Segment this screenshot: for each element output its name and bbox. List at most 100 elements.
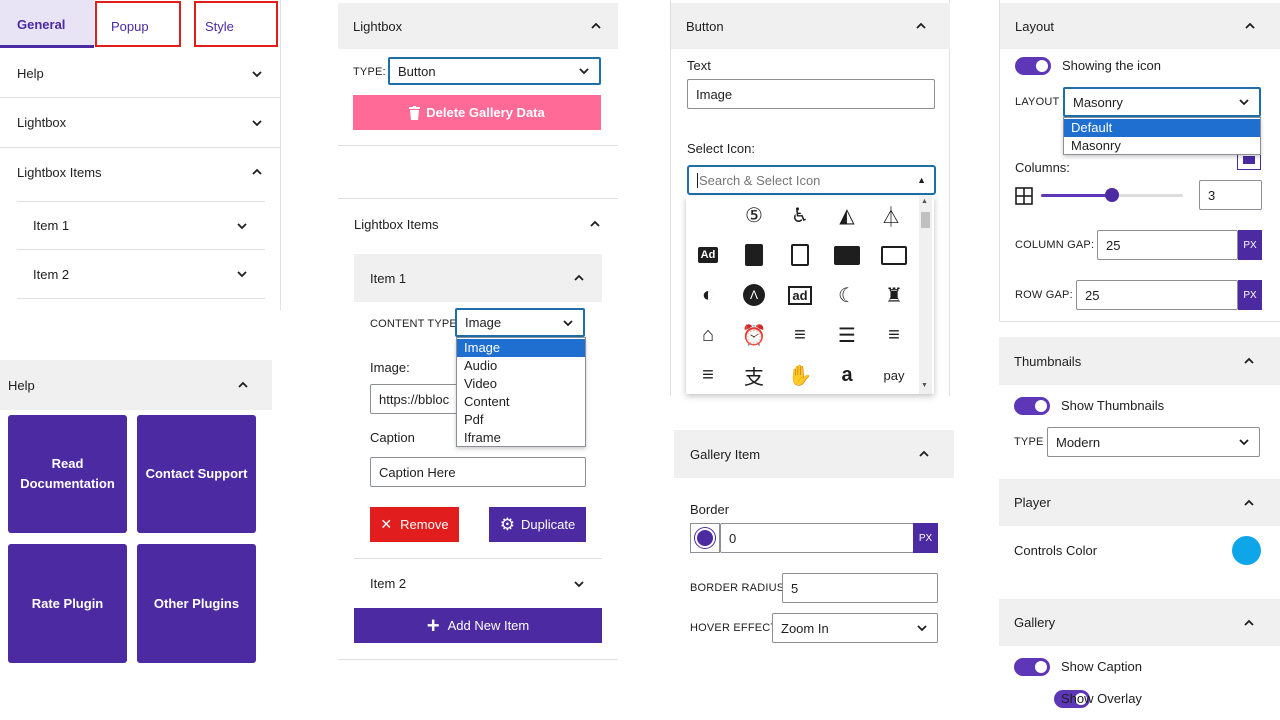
dropdown-option[interactable]: Default bbox=[1064, 119, 1260, 137]
align-justify-icon[interactable]: ☰ bbox=[832, 320, 862, 350]
duplicate-button[interactable]: ⚙ Duplicate bbox=[489, 507, 586, 542]
gallery-item-title: Gallery Item bbox=[690, 446, 761, 462]
layout-select[interactable]: Masonry bbox=[1063, 87, 1261, 117]
tab-style[interactable]: Style bbox=[194, 1, 278, 47]
rate-plugin-button[interactable]: Rate Plugin bbox=[8, 544, 127, 663]
lightbox-items-header[interactable]: Lightbox Items bbox=[338, 199, 618, 249]
image-url-input[interactable]: https://bbloc bbox=[370, 384, 470, 414]
panel-row-lightbox[interactable]: Lightbox bbox=[0, 98, 281, 148]
accessible-icon[interactable]: ♿ bbox=[785, 200, 815, 230]
show-caption-toggle[interactable] bbox=[1014, 658, 1050, 676]
thumbnails-header[interactable]: Thumbnails bbox=[999, 337, 1280, 385]
item-2-header[interactable]: Item 2 bbox=[354, 558, 602, 608]
row-gap-input[interactable]: 25 bbox=[1076, 280, 1238, 310]
address-book-icon[interactable] bbox=[739, 240, 769, 270]
item-1-header[interactable]: Item 1 bbox=[354, 254, 602, 302]
address-book-outline-icon[interactable] bbox=[785, 240, 815, 270]
read-documentation-button[interactable]: Read Documentation bbox=[8, 415, 127, 533]
lightbox-panel-header[interactable]: Lightbox bbox=[338, 3, 618, 49]
amazon-icon[interactable]: a bbox=[832, 360, 862, 390]
dropdown-option[interactable]: Pdf bbox=[457, 411, 585, 429]
columns-slider-thumb[interactable] bbox=[1105, 188, 1119, 202]
row-gap-unit[interactable]: PX bbox=[1238, 280, 1262, 310]
button-panel-title: Button bbox=[686, 18, 724, 34]
affiliatetheme-icon[interactable]: ☾ bbox=[832, 280, 862, 310]
column-gap-input[interactable]: 25 bbox=[1097, 230, 1238, 260]
border-unit[interactable]: PX bbox=[913, 523, 938, 553]
columns-slider[interactable] bbox=[1041, 188, 1183, 202]
controls-color-swatch[interactable] bbox=[1232, 536, 1261, 565]
chevron-up-icon bbox=[236, 378, 250, 392]
other-plugins-button[interactable]: Other Plugins bbox=[137, 544, 256, 663]
dropdown-option[interactable]: Video bbox=[457, 375, 585, 393]
acquisitions-incorporated-icon[interactable]: ⏃ bbox=[876, 200, 906, 230]
adn-icon[interactable]: Λ bbox=[739, 280, 769, 310]
button-text-input[interactable]: Image bbox=[687, 79, 935, 109]
accusoft-icon[interactable]: ◭ bbox=[832, 200, 862, 230]
dropdown-option[interactable]: Masonry bbox=[1064, 137, 1260, 155]
border-radius-input[interactable]: 5 bbox=[782, 573, 938, 603]
scroll-down-icon[interactable]: ▼ bbox=[921, 382, 928, 389]
tab-general[interactable]: General bbox=[0, 0, 94, 48]
grid-icon bbox=[1015, 187, 1033, 205]
panel-row-lightbox-items[interactable]: Lightbox Items bbox=[0, 148, 281, 196]
border-width-input[interactable]: 0 bbox=[720, 523, 914, 553]
air-freshener-icon[interactable]: ♜ bbox=[879, 280, 909, 310]
tab-popup[interactable]: Popup bbox=[95, 1, 181, 47]
alipay-icon[interactable]: 支 bbox=[739, 360, 769, 390]
column-gap-unit[interactable]: PX bbox=[1238, 230, 1262, 260]
caption-placeholder: Caption Here bbox=[379, 464, 456, 480]
border-label: Border bbox=[690, 502, 730, 517]
add-new-item-button[interactable]: + Add New Item bbox=[354, 608, 602, 643]
amazon-pay-icon[interactable]: pay bbox=[879, 360, 909, 390]
button-panel-header[interactable]: Button bbox=[671, 3, 950, 49]
dropdown-option[interactable]: Content bbox=[457, 393, 585, 411]
align-right-icon[interactable]: ≡ bbox=[693, 360, 723, 390]
airbnb-icon[interactable]: ⌂ bbox=[693, 320, 723, 350]
hover-effect-select[interactable]: Zoom In bbox=[772, 613, 938, 643]
scrollbar-thumb[interactable] bbox=[921, 212, 930, 228]
caption-input[interactable]: Caption Here bbox=[370, 457, 586, 487]
address-card-icon[interactable] bbox=[832, 240, 862, 270]
player-header[interactable]: Player bbox=[999, 479, 1280, 526]
content-type-select[interactable]: Image bbox=[455, 308, 585, 337]
image-url-value: https://bbloc bbox=[379, 391, 450, 407]
dropdown-option[interactable]: Audio bbox=[457, 357, 585, 375]
icon-search-input[interactable]: Search & Select Icon ▲ bbox=[687, 165, 936, 195]
dropdown-option[interactable]: Image bbox=[457, 339, 585, 357]
columns-slider-fill bbox=[1041, 194, 1112, 197]
showing-icon-toggle[interactable] bbox=[1015, 57, 1051, 75]
scroll-up-icon[interactable]: ▲ bbox=[921, 198, 928, 205]
lightbox-type-select[interactable]: Button bbox=[388, 57, 601, 85]
gallery-header[interactable]: Gallery bbox=[999, 599, 1280, 646]
thumb-type-select[interactable]: Modern bbox=[1047, 427, 1260, 457]
align-left-icon[interactable]: ≡ bbox=[879, 320, 909, 350]
adversal-icon[interactable]: ad bbox=[785, 280, 815, 310]
dropdown-option[interactable]: Iframe bbox=[457, 429, 585, 447]
alarm-clock-icon[interactable]: ⏰ bbox=[739, 320, 769, 350]
border-color-swatch[interactable] bbox=[690, 523, 720, 553]
ad-icon[interactable]: Ad bbox=[693, 240, 723, 270]
gallery-panel: Gallery Show Caption Show Overlay bbox=[999, 599, 1280, 720]
help-panel-header[interactable]: Help bbox=[0, 360, 272, 410]
subrow-label: Item 2 bbox=[33, 266, 70, 282]
panel-row-help[interactable]: Help bbox=[0, 50, 281, 98]
columns-input[interactable]: 3 bbox=[1199, 180, 1262, 210]
adjust-icon[interactable]: ◐ bbox=[693, 280, 723, 310]
layout-panel-header[interactable]: Layout bbox=[1000, 3, 1280, 49]
icon-picker-scrollbar[interactable]: ▲ ▼ bbox=[919, 196, 932, 394]
show-thumbnails-toggle[interactable] bbox=[1014, 397, 1050, 415]
chevron-down-icon bbox=[1237, 95, 1251, 109]
allergies-icon[interactable]: ✋ bbox=[785, 360, 815, 390]
chevron-up-icon bbox=[914, 19, 928, 33]
subrow-item-1[interactable]: Item 1 bbox=[17, 201, 265, 250]
contact-support-button[interactable]: Contact Support bbox=[137, 415, 256, 533]
remove-button[interactable]: ✕ Remove bbox=[370, 507, 459, 542]
500px-icon[interactable]: ⑤ bbox=[739, 200, 769, 230]
delete-gallery-button[interactable]: Delete Gallery Data bbox=[353, 95, 601, 130]
address-card-outline-icon[interactable] bbox=[879, 240, 909, 270]
align-center-icon[interactable]: ≡ bbox=[785, 320, 815, 350]
player-title: Player bbox=[1014, 495, 1051, 510]
gallery-item-header[interactable]: Gallery Item bbox=[674, 430, 954, 478]
subrow-item-2[interactable]: Item 2 bbox=[17, 250, 265, 299]
